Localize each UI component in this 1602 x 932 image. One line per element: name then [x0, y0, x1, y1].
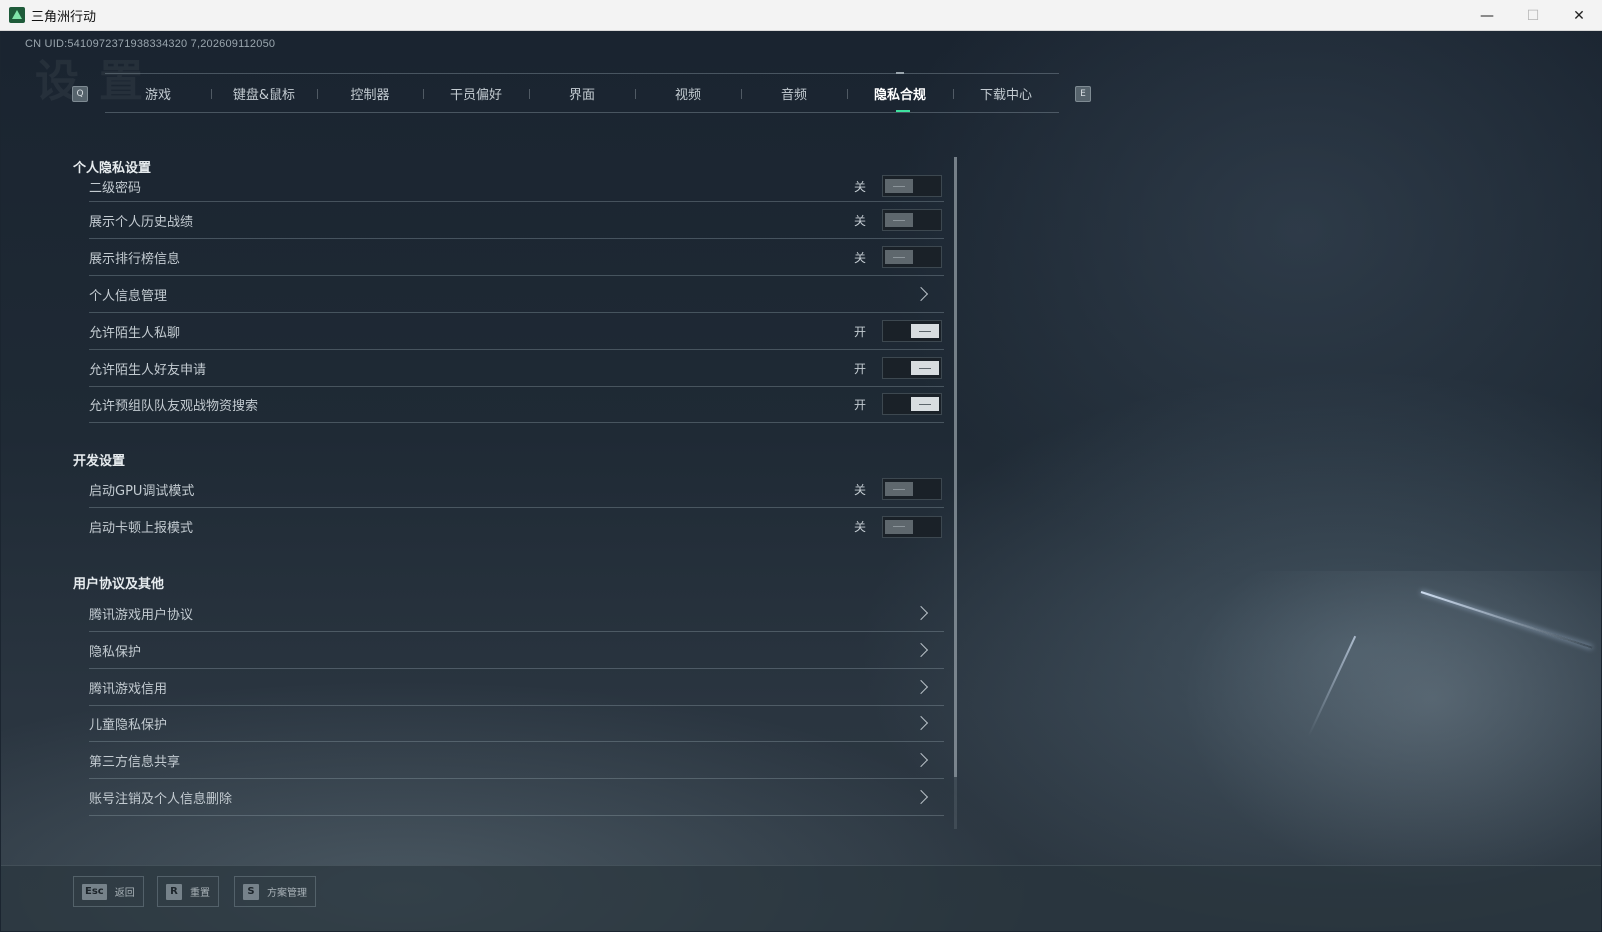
setting-label: 展示个人历史战绩	[89, 214, 194, 230]
lightning-decoration	[1420, 591, 1593, 649]
toggle-switch[interactable]	[882, 209, 942, 231]
setting-label: 允许预组队队友观战物资搜索	[89, 398, 259, 414]
setting-row-game-credit[interactable]: 腾讯游戏信用	[89, 669, 944, 706]
toggle-switch[interactable]	[882, 357, 942, 379]
setting-state: 关	[853, 482, 866, 497]
window-titlebar: 三角洲行动 — ☐ ✕	[0, 0, 1602, 31]
setting-label: 启动GPU调试模式	[89, 483, 195, 499]
settings-panel: 个人隐私设置 二级密码 关 展示个人历史战绩 关 展示排行榜信息 关 个人信息管…	[1, 31, 961, 931]
preset-management-hint-button[interactable]: S 方案管理	[234, 876, 316, 907]
hint-label: 方案管理	[267, 888, 307, 899]
toggle-knob	[885, 482, 913, 496]
toggle-knob	[911, 397, 939, 411]
setting-row-show-leaderboard[interactable]: 展示排行榜信息 关	[89, 239, 944, 276]
chevron-right-icon	[913, 605, 929, 621]
tab-download-center[interactable]: 下载中心	[953, 74, 1059, 112]
setting-row-personal-info-management[interactable]: 个人信息管理	[89, 276, 944, 313]
setting-row-stranger-friend-request[interactable]: 允许陌生人好友申请 开	[89, 350, 944, 387]
setting-label: 账号注销及个人信息删除	[89, 791, 233, 807]
setting-row-gpu-debug[interactable]: 启动GPU调试模式 关	[89, 471, 944, 508]
setting-label: 个人信息管理	[89, 288, 168, 304]
chevron-right-icon	[913, 286, 929, 302]
toggle-switch[interactable]	[882, 246, 942, 268]
setting-row-show-history-record[interactable]: 展示个人历史战绩 关	[89, 202, 944, 239]
setting-label: 儿童隐私保护	[89, 717, 168, 733]
reset-hint-button[interactable]: R 重置	[157, 876, 219, 907]
hint-label: 重置	[190, 888, 210, 899]
toggle-switch[interactable]	[882, 320, 942, 342]
setting-row-children-privacy[interactable]: 儿童隐私保护	[89, 705, 944, 742]
setting-row-premade-spectate-loot[interactable]: 允许预组队队友观战物资搜索 开	[89, 386, 944, 423]
app-logo-icon	[9, 7, 25, 23]
chevron-right-icon	[913, 789, 929, 805]
key-cap-esc: Esc	[82, 883, 107, 900]
toggle-switch[interactable]	[882, 175, 942, 197]
setting-label: 允许陌生人好友申请	[89, 362, 207, 378]
setting-state: 关	[853, 179, 866, 194]
setting-row-third-party-sharing[interactable]: 第三方信息共享	[89, 742, 944, 779]
setting-row-user-agreement[interactable]: 腾讯游戏用户协议	[89, 595, 944, 632]
toggle-switch[interactable]	[882, 393, 942, 415]
toggle-knob	[885, 250, 913, 264]
setting-row-stutter-report[interactable]: 启动卡顿上报模式 关	[89, 508, 944, 545]
setting-label: 第三方信息共享	[89, 754, 181, 770]
key-cap-s: S	[243, 883, 259, 900]
setting-state: 开	[853, 397, 866, 412]
setting-row-stranger-chat[interactable]: 允许陌生人私聊 开	[89, 313, 944, 350]
setting-state: 开	[853, 361, 866, 376]
setting-state: 关	[853, 520, 866, 534]
toggle-switch[interactable]	[882, 478, 942, 500]
toggle-knob	[885, 213, 913, 227]
setting-state: 关	[853, 213, 866, 228]
minimize-button[interactable]: —	[1464, 0, 1510, 31]
bottom-hint-bar: Esc 返回 R 重置 S 方案管理	[1, 865, 1601, 931]
close-button[interactable]: ✕	[1556, 0, 1602, 31]
section-title-dev: 开发设置	[73, 454, 126, 469]
setting-state: 关	[853, 250, 866, 265]
scrollbar-thumb[interactable]	[954, 157, 957, 777]
lightning-decoration-2	[1307, 635, 1357, 737]
setting-label: 启动卡顿上报模式	[89, 521, 194, 536]
setting-label: 隐私保护	[89, 644, 142, 660]
hint-label: 返回	[114, 888, 135, 899]
back-hint-button[interactable]: Esc 返回	[73, 876, 144, 907]
toggle-knob	[911, 324, 939, 338]
chevron-right-icon	[913, 752, 929, 768]
chevron-right-icon	[913, 642, 929, 658]
toggle-switch[interactable]	[882, 515, 942, 538]
maximize-button[interactable]: ☐	[1510, 0, 1556, 31]
setting-label: 展示排行榜信息	[89, 251, 181, 267]
toggle-knob	[885, 519, 913, 534]
setting-label: 允许陌生人私聊	[89, 325, 181, 341]
setting-state: 开	[853, 324, 866, 339]
window-controls: — ☐ ✕	[1464, 0, 1602, 31]
toggle-knob	[885, 179, 913, 193]
setting-row-account-deletion[interactable]: 账号注销及个人信息删除	[89, 779, 944, 816]
setting-row-privacy-protection[interactable]: 隐私保护	[89, 632, 944, 669]
key-cap-r: R	[166, 883, 182, 900]
chevron-right-icon	[913, 679, 929, 695]
setting-label: 二级密码	[89, 180, 142, 196]
setting-row-secondary-password[interactable]: 二级密码 关	[89, 171, 944, 202]
section-title-agreements: 用户协议及其他	[73, 577, 165, 592]
toggle-knob	[911, 361, 939, 375]
window-title: 三角洲行动	[31, 9, 97, 25]
game-viewport: 设置 CN UID:5410972371938334320 7,20260911…	[1, 31, 1601, 931]
next-tab-key[interactable]: E	[1075, 86, 1091, 102]
chevron-right-icon	[913, 715, 929, 731]
setting-label: 腾讯游戏用户协议	[89, 607, 194, 623]
setting-label: 腾讯游戏信用	[89, 681, 168, 697]
